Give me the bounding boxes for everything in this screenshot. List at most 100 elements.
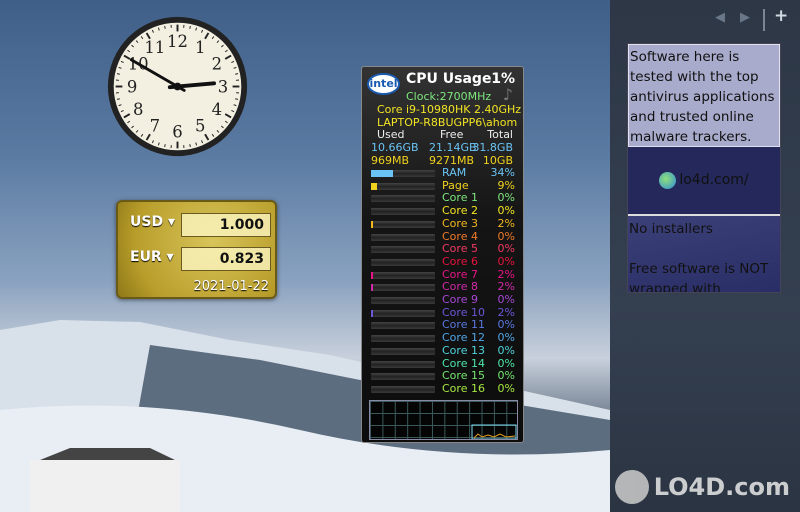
row-percent: 2% [497,216,515,230]
clock-tick [235,98,239,100]
clock-tick [164,144,166,148]
usage-bar [371,170,435,177]
clock-numeral: 5 [195,117,205,136]
row-label: Core 1 [442,191,478,205]
row-label: Core 9 [442,293,478,306]
to-amount-input[interactable]: 0.823 [181,247,271,271]
row-percent: 0% [497,331,515,345]
usage-bar [371,208,435,216]
usage-row: Core 12 0% [371,331,515,345]
row-label: Core 7 [442,267,478,281]
from-currency-select[interactable]: USD ▾ [130,214,175,230]
currency-converter-gadget: USD ▾ 1.000 EUR ▾ 0.823 2021-01-22 [116,200,277,299]
row-percent: 34% [490,166,515,179]
usage-bar [371,335,435,343]
usage-bar [371,284,435,292]
clock-numeral: 9 [127,77,137,96]
usage-row: Core 11 0% [371,318,515,332]
row-label: Page [442,178,469,192]
row-percent: 0% [497,293,515,306]
row-percent: 0% [497,242,515,256]
row-percent: 0% [497,369,515,383]
row-label: Core 6 [442,254,478,268]
to-currency-select[interactable]: EUR ▾ [130,249,174,265]
clock-tick [235,73,239,75]
lo4d-watermark: LO4D.com [614,470,790,504]
row-label: Core 16 [442,381,485,395]
row-percent: 0% [497,204,515,218]
intel-logo: intel [367,73,400,95]
row-percent: 0% [497,191,515,205]
row-percent: 0% [497,229,515,243]
row-label: Core 15 [442,369,485,383]
usage-bar [371,220,435,228]
usage-row: RAM 34% [371,166,515,179]
usage-row: Core 9 0% [371,293,515,306]
usage-row: Core 2 0% [371,204,515,218]
dropdown-arrow-icon: ▾ [167,214,175,230]
usage-row: Core 1 0% [371,191,515,205]
clock-numeral: 1 [195,38,205,57]
usage-bar [371,271,435,279]
analog-clock: 121234567891011 [107,16,248,157]
usage-row: Core 10 2% [371,305,515,319]
clock-tick [116,98,120,100]
usage-bar [371,233,435,241]
to-currency-code: EUR [130,249,162,265]
next-page-icon[interactable]: ▶ [740,10,750,25]
usage-row: Core 7 2% [371,267,515,281]
usage-bar-fill [371,284,373,292]
usage-bar-fill [371,309,373,317]
row-label: Core 3 [442,216,478,230]
row-percent: 0% [497,381,515,395]
usage-bar-fill [371,170,393,177]
usage-bar [371,297,435,304]
installers-text: No installers [629,221,713,237]
from-currency-code: USD [130,214,164,230]
usage-bar [371,360,435,368]
clock-numeral: 8 [133,100,143,119]
divider [763,9,765,31]
clock-numeral: 12 [167,32,188,51]
ram-total: 31.8GB [472,141,513,154]
usage-row: Core 16 0% [371,381,515,395]
cpu-usage-gadget: intel CPU Usage 1% Clock:2700MHz ♪ Core … [361,66,524,443]
header-used: Used [377,128,405,141]
usage-bar-fill [371,271,373,279]
header-total: Total [487,128,513,141]
previous-page-icon[interactable]: ◀ [715,10,725,25]
cpu-model: Core i9-10980HK 2.40GHz [377,103,522,116]
music-note-icon[interactable]: ♪ [503,85,513,104]
row-label: Core 2 [442,204,478,218]
clock-numeral: 7 [150,117,160,136]
row-label: Core 10 [442,305,485,319]
row-percent: 0% [497,318,515,332]
row-percent: 0% [497,254,515,268]
header-free: Free [440,128,464,141]
link-text: lo4d.com/ [679,172,749,188]
from-amount-input[interactable]: 1.000 [181,213,271,237]
clock-numeral: 2 [212,55,222,74]
clock-tick [116,73,120,75]
usage-row: Core 5 0% [371,242,515,256]
installers-note: No installers Free software is NOT wrappe… [628,214,780,292]
ram-used: 10.66GB [371,141,419,154]
usage-bar-fill [371,220,373,228]
free-software-text: Free software is NOT wrapped with [629,261,769,292]
row-label: RAM [442,166,467,179]
cpu-history-graph [369,400,518,440]
website-link[interactable]: lo4d.com/ [628,149,780,211]
row-label: Core 14 [442,356,485,370]
row-percent: 0% [497,356,515,370]
usage-bar [371,385,435,393]
clock-tick [164,25,166,29]
row-label: Core 4 [442,229,478,243]
clock-numeral: 4 [212,100,222,119]
gadget-title: CPU Usage [406,71,492,87]
add-gadget-icon[interactable]: + [774,6,788,26]
clock-speed: Clock:2700MHz [406,90,492,103]
row-percent: 2% [497,305,515,319]
ram-free: 21.14GB [429,141,477,154]
clock-tick [189,144,191,148]
usage-bar [371,182,435,190]
